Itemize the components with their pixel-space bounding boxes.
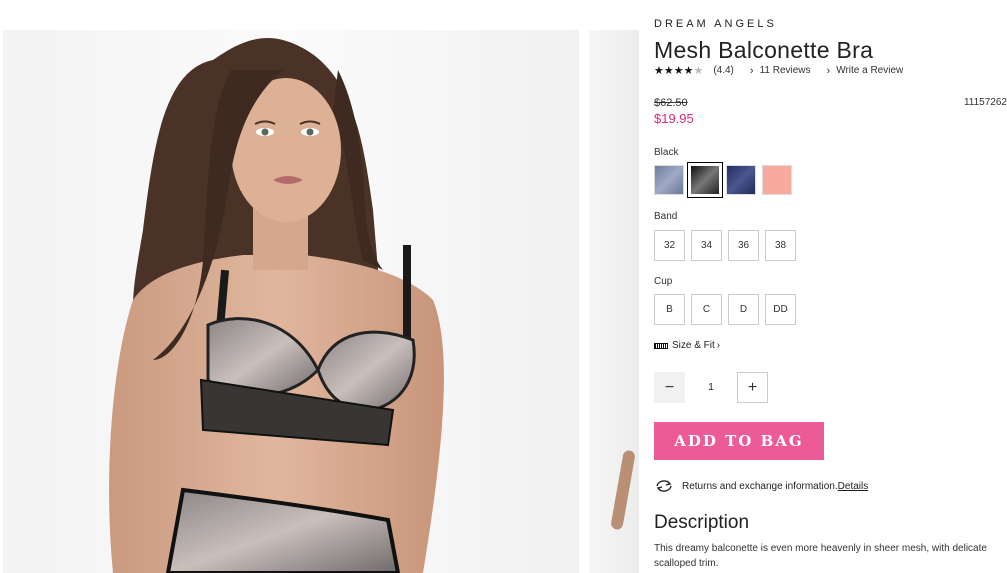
chevron-right-icon: ›	[749, 64, 754, 77]
band-size-36[interactable]: 36	[728, 230, 759, 261]
rating-stars-icon: ★★★★★	[654, 65, 704, 77]
ruler-icon	[654, 342, 668, 349]
cup-size-dd[interactable]: DD	[765, 294, 796, 325]
band-size-options: 32 34 36 38	[654, 230, 796, 261]
quantity-stepper: − 1 +	[654, 372, 768, 403]
returns-info: Returns and exchange information. Details	[654, 479, 868, 493]
model-photo-illustration	[109, 38, 444, 573]
cup-size-c[interactable]: C	[691, 294, 722, 325]
quantity-value[interactable]: 1	[685, 382, 737, 393]
cup-size-d[interactable]: D	[728, 294, 759, 325]
color-swatches	[654, 162, 792, 198]
returns-text: Returns and exchange information.	[682, 480, 838, 492]
swatch-peach[interactable]	[762, 165, 792, 195]
reviews-link-label: 11 Reviews	[759, 65, 811, 76]
description-heading: Description	[654, 512, 750, 533]
chevron-right-icon: ›	[716, 340, 721, 351]
quantity-decrease-button[interactable]: −	[654, 372, 685, 403]
product-image-next[interactable]	[589, 30, 639, 573]
returns-details-link[interactable]: Details	[838, 481, 869, 492]
swatch-navy[interactable]	[726, 165, 756, 195]
description-text: This dreamy balconette is even more heav…	[654, 543, 987, 569]
cup-size-options: B C D DD	[654, 294, 796, 325]
band-label: Band	[654, 211, 678, 222]
band-size-32[interactable]: 32	[654, 230, 685, 261]
brand-name: DREAM ANGELS	[654, 18, 777, 30]
swatch-black[interactable]	[687, 162, 723, 198]
rating-row: ★★★★★ (4.4) › 11 Reviews › Write a Review	[654, 64, 904, 78]
add-to-bag-button[interactable]: ADD TO BAG	[654, 422, 824, 460]
product-image-main[interactable]	[3, 30, 579, 573]
size-fit-link[interactable]: Size & Fit ›	[654, 340, 720, 351]
star-half-icon: ★	[693, 65, 704, 77]
color-label: Black	[654, 147, 679, 158]
sale-price: $19.95	[654, 111, 694, 126]
reviews-link[interactable]: › 11 Reviews	[750, 65, 811, 77]
original-price: $62.50	[654, 97, 688, 109]
exchange-arrows-icon	[656, 480, 672, 492]
swatch-blue-grey[interactable]	[654, 165, 684, 195]
write-review-link[interactable]: › Write a Review	[827, 65, 904, 77]
band-size-38[interactable]: 38	[765, 230, 796, 261]
product-sku: 11157262	[963, 97, 1007, 108]
cup-size-b[interactable]: B	[654, 294, 685, 325]
band-size-34[interactable]: 34	[691, 230, 722, 261]
size-fit-label: Size & Fit	[672, 340, 715, 351]
cup-label: Cup	[654, 276, 673, 287]
product-gallery	[0, 0, 640, 573]
next-image-arm-detail	[610, 449, 636, 531]
product-info-panel: DREAM ANGELS Mesh Balconette Bra ★★★★★ (…	[654, 0, 1007, 573]
rating-value: (4.4)	[713, 65, 734, 76]
quantity-increase-button[interactable]: +	[737, 372, 768, 403]
product-title: Mesh Balconette Bra	[654, 37, 874, 63]
chevron-right-icon: ›	[826, 64, 831, 77]
write-review-label: Write a Review	[836, 65, 904, 76]
